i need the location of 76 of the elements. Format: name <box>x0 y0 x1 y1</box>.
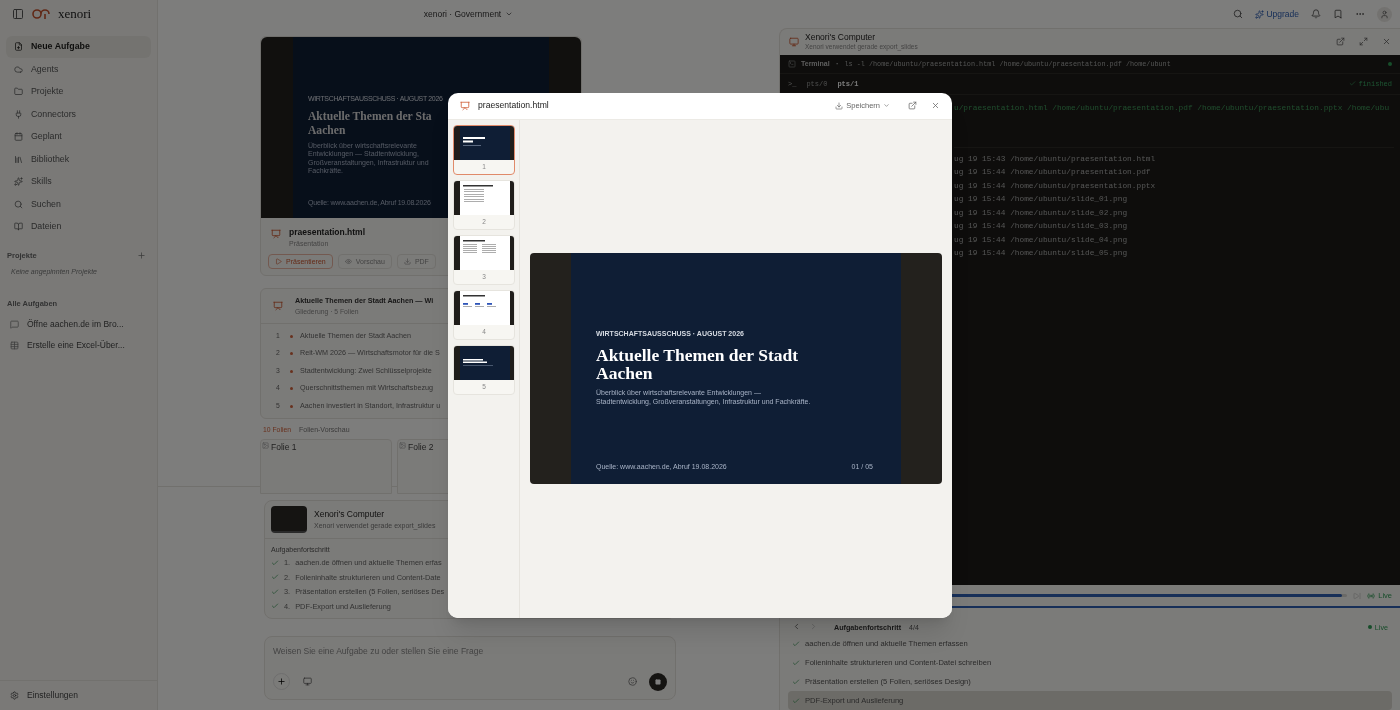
slide-title-line: Aachen <box>308 123 346 138</box>
search-icon[interactable] <box>1233 9 1244 19</box>
avatar[interactable] <box>1377 6 1392 22</box>
bookmark-icon[interactable] <box>1333 9 1343 19</box>
alt-text: Folie 2 <box>408 441 434 454</box>
nav-item[interactable]: Neue Aufgabe <box>6 36 151 58</box>
slide-thumbnail-drawing <box>454 235 514 270</box>
previous-icon[interactable] <box>792 622 801 631</box>
nav-item[interactable]: Connectors <box>6 103 151 125</box>
presentation-icon <box>460 100 470 111</box>
folder-icon <box>14 87 23 97</box>
plus-icon <box>277 677 286 686</box>
slide-thumbnail-drawing <box>454 345 514 380</box>
bell-icon[interactable] <box>1311 9 1321 19</box>
nav-item[interactable]: Dateien <box>6 216 151 238</box>
monitor-icon <box>789 36 799 47</box>
stop-button[interactable] <box>649 672 667 691</box>
eye-icon <box>344 258 352 266</box>
panel-title: Xenori's Computer <box>805 32 877 42</box>
task-item[interactable]: Öffne aachen.de im Bro... <box>6 313 151 335</box>
separator-dot: · <box>834 57 840 70</box>
close-icon[interactable] <box>931 101 940 110</box>
broken-image-icon <box>399 442 406 450</box>
presentation-icon <box>273 301 283 312</box>
presentation-icon <box>271 229 281 239</box>
stop-icon <box>655 678 661 685</box>
sparkles-icon <box>14 177 23 187</box>
plug-icon <box>14 109 23 119</box>
close-icon[interactable] <box>1382 37 1391 47</box>
library-icon <box>14 154 23 164</box>
chevron-down-icon <box>883 102 890 109</box>
download-icon <box>835 101 844 110</box>
settings-button[interactable]: Einstellungen <box>0 689 89 702</box>
add-icon[interactable] <box>137 250 146 260</box>
file-name: praesentation.html <box>289 226 366 239</box>
upgrade-button[interactable]: Upgrade <box>1255 7 1299 21</box>
chevron-down-icon <box>505 10 514 18</box>
emoji-icon[interactable] <box>628 677 637 686</box>
computer-thumbnail <box>271 506 307 533</box>
external-link-icon[interactable] <box>908 101 917 110</box>
slide-title: Aktuelle Themen der Stadt Aachen <box>596 345 800 382</box>
dialog-title: praesentation.html <box>478 99 549 112</box>
nav-item[interactable]: Suchen <box>6 193 151 215</box>
external-link-icon[interactable] <box>1336 37 1345 47</box>
alt-text: Folie 1 <box>271 441 297 454</box>
file-plus-icon <box>14 42 23 52</box>
download-icon <box>403 258 411 266</box>
workspace-switcher[interactable]: xenori · Government <box>423 7 514 21</box>
table-icon <box>10 340 19 350</box>
chat-icon <box>10 319 19 329</box>
search-icon <box>14 199 23 209</box>
maximize-icon[interactable] <box>1359 37 1368 47</box>
settings-icon <box>10 691 19 700</box>
task-item[interactable]: Erstelle eine Excel-Über... <box>6 334 151 356</box>
slide-thumbnail-drawing <box>454 290 514 325</box>
nav-item[interactable]: Skills <box>6 171 151 193</box>
nav-item[interactable]: Bibliothek <box>6 148 151 170</box>
slide-thumbnail-drawing <box>454 125 514 160</box>
slide-title-line: Aktuelle Themen der Sta <box>308 109 432 124</box>
card-title: Xenori's Computer <box>314 507 386 521</box>
terminal-icon <box>788 59 796 68</box>
broken-image-icon <box>262 442 269 450</box>
cloud-icon <box>14 64 23 74</box>
monitor-icon[interactable] <box>303 677 312 686</box>
book-icon <box>14 222 23 232</box>
check-icon <box>1349 80 1357 88</box>
play-icon <box>275 258 282 266</box>
brand-name: xenori <box>58 5 92 24</box>
logo-icon <box>32 9 50 19</box>
sparkles-icon <box>1255 9 1265 19</box>
calendar-icon <box>14 132 23 142</box>
slide-thumbnail-drawing <box>454 180 514 215</box>
nav-item[interactable]: Geplant <box>6 126 151 148</box>
sidebar-toggle-icon[interactable] <box>12 8 24 20</box>
nav-item[interactable]: Agents <box>6 58 151 80</box>
nav-item[interactable]: Projekte <box>6 81 151 103</box>
